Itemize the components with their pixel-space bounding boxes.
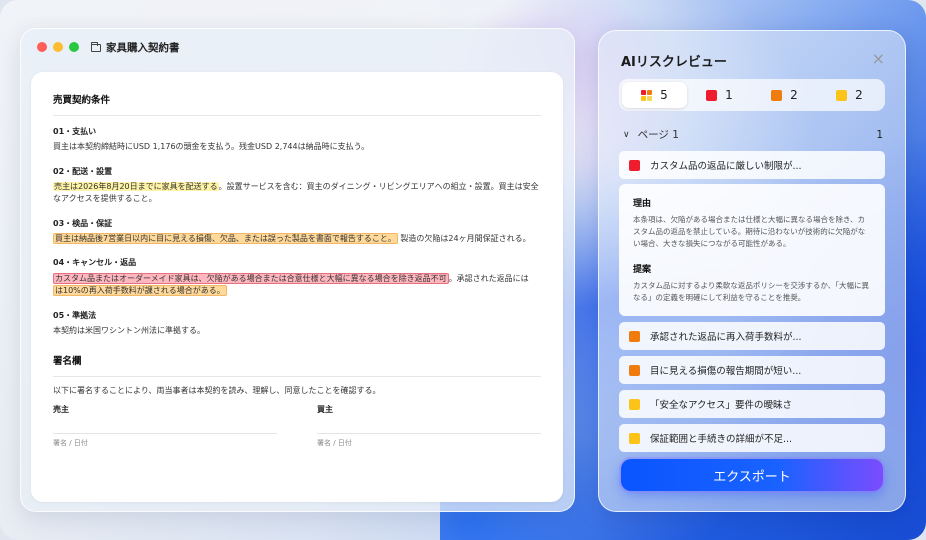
export-button[interactable]: エクスポート [621, 459, 883, 491]
filter-all[interactable]: 5 [622, 82, 687, 108]
orange-severity-icon [629, 364, 640, 376]
clause-body: 買主は納品後7営業日以内に目に見える損傷、欠品、または誤った製品を書面で報告する… [53, 233, 541, 245]
red-severity-icon [629, 159, 640, 171]
chevron-down-icon: ∨ [623, 129, 630, 140]
issue-item[interactable]: 保証範囲と手続きの詳細が不足... [619, 424, 885, 452]
panel-title: AIリスクレビュー [621, 55, 727, 70]
clause-body: 買主は本契約締結時にUSD 1,176の頭金を支払う。残金USD 2,744は納… [53, 142, 370, 152]
all-issues-icon [641, 89, 653, 101]
issue-title: 目に見える損傷の報告期間が短い... [650, 366, 802, 377]
clause-body: 売主は2026年8月20日までに家具を配送する。設置サービスを含む：買主のダイニ… [53, 181, 541, 206]
folder-icon [91, 41, 101, 52]
yellow-severity-icon [629, 432, 640, 444]
suggestion-text: カスタム品に対するより柔軟な返品ポリシーを交渉するか、「大幅に異なる」の定義を明… [633, 281, 869, 302]
section-title: 売買契約条件 [53, 94, 541, 116]
highlight-red[interactable]: カスタム品またはオーダーメイド家具は、欠陥がある場合または合意仕様と大幅に異なる… [53, 272, 449, 284]
clause-cancellation: 04・キャンセル・返品 カスタム品またはオーダーメイド家具は、欠陥がある場合また… [53, 257, 541, 297]
yellow-square-icon [836, 89, 848, 101]
issue-detail: 理由 本条項は、欠陥がある場合または仕様と大幅に異なる場合を除き、カスタム品の返… [619, 184, 885, 316]
highlight-orange[interactable]: 買主は納品後7営業日以内に目に見える損傷、欠品、または誤った製品を書面で報告する… [53, 233, 398, 245]
minimize-window-button[interactable] [53, 42, 63, 52]
buyer-signature: 買主 署名 / 日付 [317, 404, 541, 449]
clause-heading: 05・準拠法 [53, 310, 97, 320]
filter-count: 2 [790, 88, 798, 102]
issue-title: 承認された返品に再入荷手数料が... [650, 332, 802, 343]
seller-caption: 署名 / 日付 [53, 438, 88, 447]
filter-low[interactable]: 2 [817, 82, 882, 108]
page-group-header[interactable]: ∨ ページ 1 1 [623, 127, 883, 142]
issue-title: カスタム品の返品に厳しい制限が... [650, 161, 802, 172]
clause-payment: 01・支払い 買主は本契約締結時にUSD 1,176の頭金を支払う。残金USD … [53, 126, 541, 154]
document-window: 家具購入契約書 売買契約条件 01・支払い 買主は本契約締結時にUSD 1,17… [20, 28, 575, 512]
close-icon[interactable]: × [872, 49, 885, 68]
reason-text: 本条項は、欠陥がある場合または仕様と大幅に異なる場合を除き、カスタム品の返品を禁… [633, 215, 866, 248]
filter-high[interactable]: 1 [687, 82, 752, 108]
issue-title: 「安全なアクセス」要件の曖昧さ [650, 400, 793, 411]
buyer-label: 買主 [317, 404, 333, 414]
red-square-icon [706, 89, 718, 101]
filter-count: 1 [725, 88, 733, 102]
clause-heading: 03・検品・保証 [53, 218, 113, 228]
window-controls [37, 42, 79, 52]
issue-item[interactable]: 承認された返品に再入荷手数料が... [619, 322, 885, 350]
page-issue-count: 1 [876, 128, 883, 141]
issue-item[interactable]: カスタム品の返品に厳しい制限が... [619, 151, 885, 179]
clause-heading: 04・キャンセル・返品 [53, 258, 137, 268]
yellow-severity-icon [629, 398, 640, 410]
filter-medium[interactable]: 2 [752, 82, 817, 108]
clause-heading: 02・配送・設置 [53, 166, 113, 176]
signature-title: 署名欄 [53, 355, 541, 378]
buyer-signature-field[interactable] [317, 416, 541, 434]
signature-row: 売主 署名 / 日付 買主 署名 / 日付 [53, 404, 541, 449]
filter-count: 5 [660, 88, 668, 102]
severity-filter: 5 1 2 2 [619, 79, 885, 111]
close-window-button[interactable] [37, 42, 47, 52]
clause-text: 。承認された返品には [448, 273, 529, 283]
signature-statement: 以下に署名することにより、両当事者は本契約を読み、理解し、同意したことを確認する… [53, 386, 381, 396]
seller-label: 売主 [53, 404, 69, 414]
clause-delivery: 02・配送・設置 売主は2026年8月20日までに家具を配送する。設置サービスを… [53, 166, 541, 206]
window-title: 家具購入契約書 [91, 40, 180, 55]
clause-text: 製造の欠陥は24ヶ月間保証される。 [397, 234, 531, 244]
highlight-yellow[interactable]: 売主は2026年8月20日までに家具を配送する [53, 181, 219, 191]
document-page: 売買契約条件 01・支払い 買主は本契約締結時にUSD 1,176の頭金を支払う… [31, 72, 563, 502]
clause-inspection: 03・検品・保証 買主は納品後7営業日以内に目に見える損傷、欠品、または誤った製… [53, 218, 541, 246]
ai-risk-panel: AIリスクレビュー × 5 1 2 2 ∨ ページ 1 1 カスタム品の返品に厳… [598, 30, 906, 512]
maximize-window-button[interactable] [69, 42, 79, 52]
filter-count: 2 [855, 88, 863, 102]
seller-signature: 売主 署名 / 日付 [53, 404, 277, 449]
seller-signature-field[interactable] [53, 416, 277, 434]
orange-square-icon [771, 89, 783, 101]
highlight-orange[interactable]: は10%の再入荷手数料が課される場合がある。 [53, 285, 227, 297]
clause-governing-law: 05・準拠法 本契約は米国ワシントン州法に準拠する。 [53, 310, 541, 338]
suggestion-heading: 提案 [633, 265, 652, 275]
issue-list: カスタム品の返品に厳しい制限が... 理由 本条項は、欠陥がある場合または仕様と… [619, 151, 885, 458]
clause-body: 本契約は米国ワシントン州法に準拠する。 [53, 326, 205, 336]
reason-heading: 理由 [633, 199, 652, 209]
clause-heading: 01・支払い [53, 126, 97, 136]
page-label: ページ 1 [637, 129, 679, 141]
orange-severity-icon [629, 330, 640, 342]
window-title-text: 家具購入契約書 [106, 42, 180, 54]
issue-item[interactable]: 目に見える損傷の報告期間が短い... [619, 356, 885, 384]
buyer-caption: 署名 / 日付 [317, 438, 352, 447]
issue-title: 保証範囲と手続きの詳細が不足... [650, 434, 793, 445]
clause-body: カスタム品またはオーダーメイド家具は、欠陥がある場合または合意仕様と大幅に異なる… [53, 272, 541, 298]
issue-item[interactable]: 「安全なアクセス」要件の曖昧さ [619, 390, 885, 418]
